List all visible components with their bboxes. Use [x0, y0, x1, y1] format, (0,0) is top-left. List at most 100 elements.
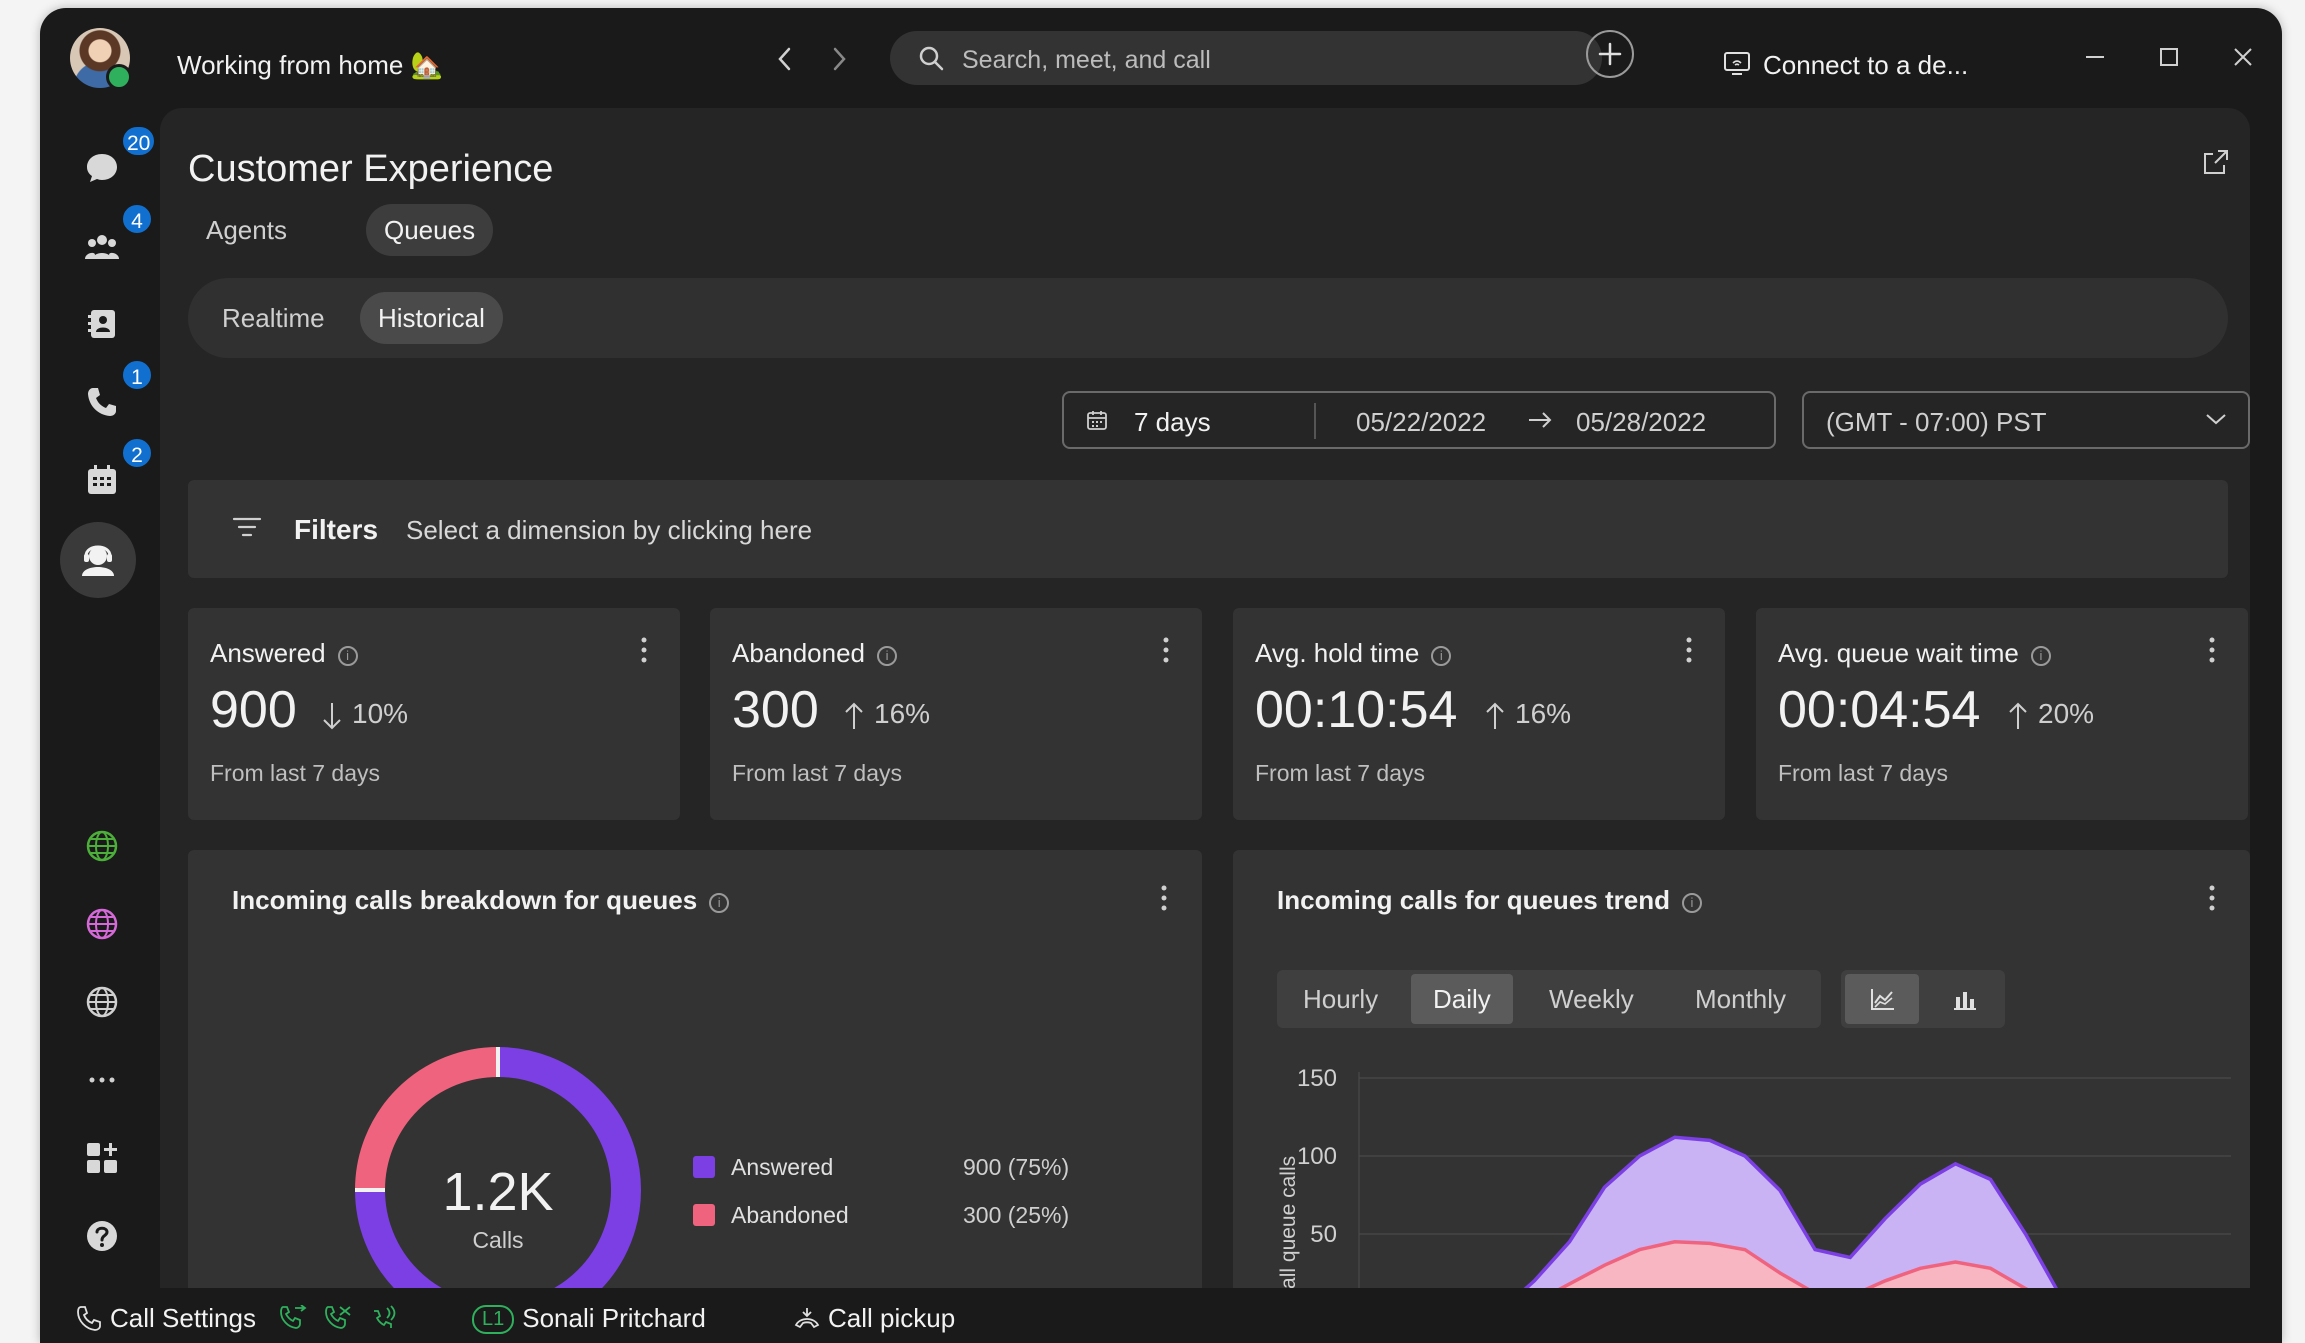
y-tick-label: 100 — [1297, 1143, 1337, 1170]
help-icon — [87, 1221, 117, 1251]
voicemail-icon[interactable] — [324, 1305, 352, 1331]
kpi-subtext: From last 7 days — [1778, 760, 1948, 786]
rail-item-customer-experience[interactable] — [60, 522, 136, 598]
more-vertical-icon[interactable] — [1160, 884, 1168, 912]
app-window: Working from home 🏡 Search, meet, and ca… — [40, 8, 2282, 1343]
filters-hint[interactable]: Select a dimension by clicking here — [406, 515, 812, 546]
info-icon[interactable]: i — [1431, 646, 1452, 666]
kpi-delta: 16% — [1515, 698, 1572, 729]
search-input[interactable]: Search, meet, and call — [890, 31, 1602, 85]
more-vertical-icon[interactable] — [1162, 636, 1170, 664]
headset-agent-icon — [82, 545, 114, 576]
timezone-value: (GMT - 07:00) PST — [1826, 407, 2047, 437]
rail-item-globe-pink[interactable] — [70, 892, 130, 952]
active-line[interactable]: L1 Sonali Pritchard — [472, 1303, 706, 1334]
arrow-right-icon — [1529, 412, 1552, 428]
tab-agents[interactable]: Agents — [188, 204, 305, 256]
kpi-value: 900 — [210, 681, 297, 739]
line-user: Sonali Pritchard — [522, 1303, 706, 1333]
kpi-value: 00:04:54 — [1778, 681, 1981, 739]
info-icon[interactable]: i — [709, 893, 730, 913]
info-icon[interactable]: i — [1681, 893, 1702, 913]
rail-item-more[interactable] — [70, 1048, 130, 1108]
y-axis-label: Call queue calls — [1277, 1156, 1300, 1288]
rail-item-globe-green[interactable] — [70, 814, 130, 874]
status-message[interactable]: Working from home 🏡 — [177, 50, 443, 81]
kpi-subtext: From last 7 days — [732, 760, 902, 786]
maximize-icon[interactable] — [2154, 42, 2184, 72]
filter-icon — [232, 517, 262, 537]
bar-chart-button[interactable] — [1927, 974, 2001, 1024]
rail-item-help[interactable] — [70, 1204, 130, 1264]
y-tick-label: 150 — [1297, 1065, 1337, 1092]
connect-device-button[interactable]: Connect to a de... — [1724, 50, 1968, 81]
date-from[interactable]: 05/22/2022 — [1356, 407, 1486, 438]
call-forward-icon[interactable] — [279, 1304, 307, 1331]
more-vertical-icon[interactable] — [1685, 636, 1693, 664]
tab-monthly[interactable]: Monthly — [1673, 974, 1808, 1024]
arrow-down-icon — [323, 703, 341, 730]
call-settings-button[interactable]: Call Settings — [76, 1303, 398, 1334]
popout-icon[interactable] — [2202, 148, 2230, 176]
forward-arrow-icon[interactable] — [826, 46, 852, 72]
title-bar: Working from home 🏡 Search, meet, and ca… — [40, 8, 2282, 108]
globe-icon — [86, 986, 118, 1018]
date-range-preset: 7 days — [1134, 407, 1211, 437]
panel-title-text: Incoming calls breakdown for queues — [232, 885, 698, 915]
tab-historical[interactable]: Historical — [360, 292, 503, 344]
calendar-icon — [1087, 411, 1107, 430]
kpi-title: Avg. hold time i — [1255, 638, 1452, 669]
date-range-picker[interactable]: 7 days 05/22/2022 05/28/2022 — [1062, 391, 1776, 449]
chevron-down-icon — [2206, 414, 2226, 425]
date-to[interactable]: 05/28/2022 — [1576, 407, 1706, 438]
info-icon[interactable]: i — [337, 646, 358, 666]
legend-value: 300 (25%) — [963, 1202, 1070, 1228]
info-icon[interactable]: i — [877, 646, 898, 666]
unread-badge: 4 — [120, 202, 154, 236]
tab-daily[interactable]: Daily — [1411, 974, 1513, 1024]
line-chart-button[interactable] — [1845, 974, 1919, 1024]
rail-item-calling[interactable]: 1 — [70, 358, 154, 430]
missed-call-badge: 1 — [120, 358, 154, 392]
rail-item-messaging[interactable]: 20 — [70, 124, 158, 196]
new-action-button[interactable] — [1586, 30, 1634, 78]
area-answered[interactable] — [1359, 1137, 2201, 1288]
contacts-icon — [88, 310, 115, 338]
filter-bar[interactable]: Filters Select a dimension by clicking h… — [188, 480, 2228, 578]
info-icon[interactable]: i — [2030, 646, 2051, 666]
trend-panel: Incoming calls for queues trend i Hourly … — [1233, 850, 2250, 1288]
legend-value: 900 (75%) — [963, 1154, 1070, 1180]
rail-item-meetings[interactable]: 2 — [70, 436, 154, 508]
device-icon — [1724, 52, 1750, 75]
back-arrow-icon[interactable] — [772, 46, 798, 72]
more-vertical-icon[interactable] — [640, 636, 648, 664]
more-vertical-icon[interactable] — [2208, 884, 2216, 912]
arrow-up-icon — [845, 702, 863, 729]
timezone-select[interactable]: (GMT - 07:00) PST — [1802, 391, 2250, 449]
kpi-title-text: Abandoned — [732, 638, 866, 668]
tab-queues[interactable]: Queues — [366, 204, 494, 256]
tab-realtime[interactable]: Realtime — [204, 292, 343, 344]
rail-item-contacts[interactable] — [70, 292, 130, 352]
kpi-card-avg-queue-wait-time: Avg. queue wait time i 00:04:54 20% From … — [1756, 608, 2248, 820]
tab-weekly[interactable]: Weekly — [1527, 974, 1656, 1024]
rail-item-teams[interactable]: 4 — [70, 202, 154, 274]
call-audio-icon[interactable] — [370, 1305, 398, 1331]
minimize-icon[interactable] — [2080, 42, 2110, 72]
trend-chart: Call queue calls 50 100 150 — [1277, 1065, 2231, 1288]
arrow-up-icon — [1486, 702, 1504, 729]
rail-item-add-apps[interactable] — [70, 1126, 130, 1186]
unread-badge: 20 — [120, 124, 158, 158]
meeting-badge: 2 — [120, 436, 154, 470]
globe-icon — [86, 908, 118, 940]
kpi-value: 300 — [732, 681, 819, 739]
tab-hourly[interactable]: Hourly — [1281, 974, 1400, 1024]
legend-swatch — [693, 1204, 715, 1226]
call-pickup-button[interactable]: Call pickup — [794, 1303, 955, 1334]
call-pickup-label: Call pickup — [828, 1303, 956, 1333]
more-vertical-icon[interactable] — [2208, 636, 2216, 664]
panel-title-text: Incoming calls for queues trend — [1277, 885, 1670, 915]
rail-item-globe[interactable] — [70, 970, 130, 1030]
close-icon[interactable] — [2228, 42, 2258, 72]
avatar[interactable] — [70, 28, 132, 90]
